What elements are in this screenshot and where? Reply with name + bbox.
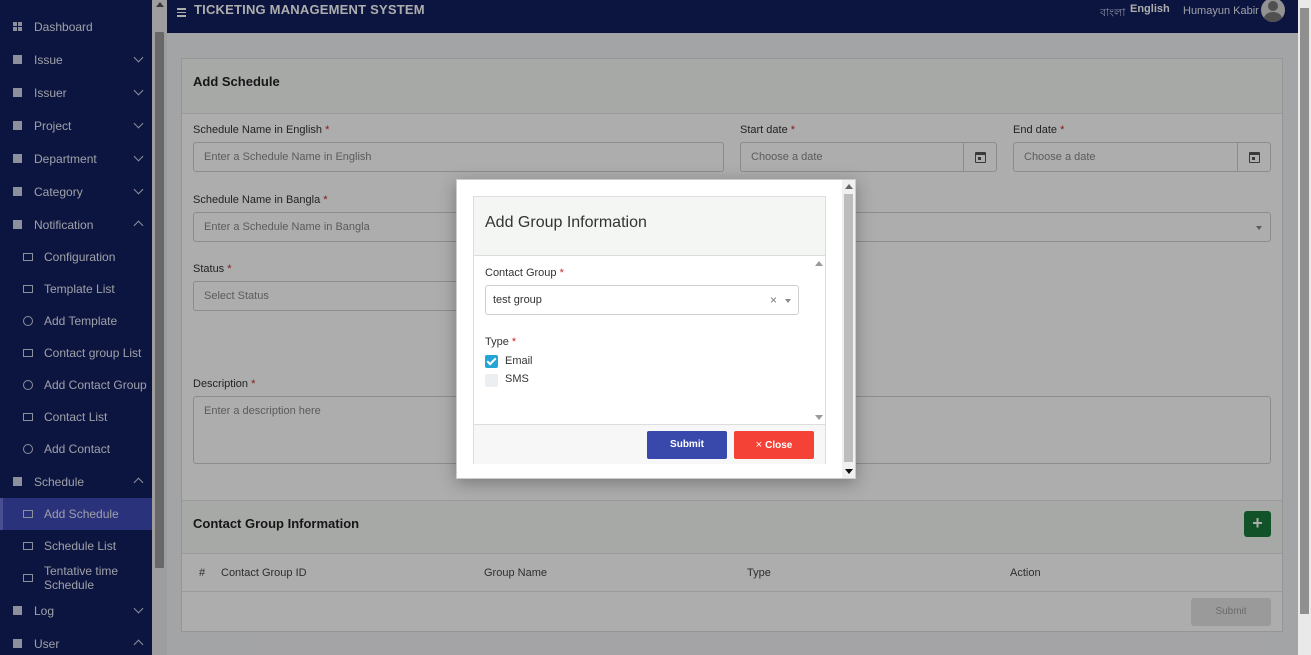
modal-card: Add Group Information Contact Group * te…: [473, 196, 826, 464]
close-icon: ×: [755, 439, 763, 451]
scroll-down-arrow-icon[interactable]: [845, 469, 853, 474]
modal-scroll-thumb[interactable]: [844, 194, 853, 462]
modal-submit-button[interactable]: Submit: [647, 431, 727, 459]
modal-title: Add Group Information: [485, 214, 647, 231]
modal-body-scrollbar[interactable]: [813, 256, 825, 424]
clear-icon[interactable]: ×: [770, 293, 777, 307]
scroll-up-arrow-icon[interactable]: [815, 261, 823, 266]
modal-scrollbar[interactable]: [842, 180, 855, 478]
caret-down-icon: [785, 299, 791, 303]
email-checkbox[interactable]: [485, 355, 498, 368]
contact-group-select[interactable]: test group ×: [485, 285, 799, 315]
type-label: Type *: [485, 336, 517, 348]
modal-footer: Submit × Close: [474, 424, 825, 464]
contact-group-value: test group: [493, 294, 542, 306]
close-button-label: Close: [765, 440, 793, 451]
modal-close-button[interactable]: × Close: [734, 431, 814, 459]
sms-checkbox[interactable]: [485, 374, 498, 387]
email-checkbox-label[interactable]: Email: [505, 355, 533, 367]
scroll-down-arrow-icon[interactable]: [815, 415, 823, 420]
main-scroll-thumb[interactable]: [1300, 8, 1309, 614]
main-scrollbar[interactable]: [1298, 0, 1311, 655]
modal-header: Add Group Information: [474, 197, 825, 256]
sms-checkbox-label[interactable]: SMS: [505, 373, 529, 385]
add-group-modal: Add Group Information Contact Group * te…: [456, 179, 856, 479]
scroll-up-arrow-icon[interactable]: [845, 184, 853, 189]
contact-group-label: Contact Group *: [485, 267, 564, 279]
